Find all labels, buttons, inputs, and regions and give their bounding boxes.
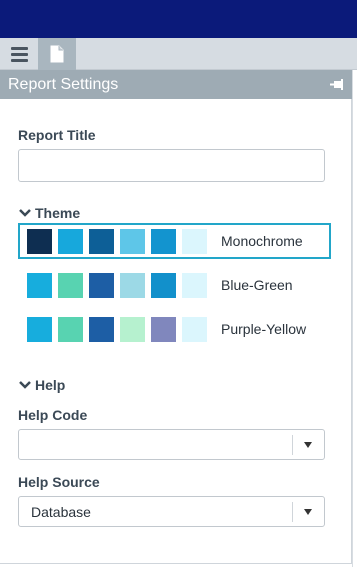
document-icon: [50, 45, 64, 63]
color-swatch: [27, 228, 52, 254]
theme-option-label: Blue-Green: [221, 277, 293, 293]
color-swatch: [151, 272, 176, 298]
color-swatch: [151, 228, 176, 254]
caret-down-icon[interactable]: [304, 509, 312, 515]
app-top-bar: [0, 0, 357, 38]
panel-header: Report Settings: [0, 70, 352, 99]
color-swatch: [120, 316, 145, 342]
theme-section-toggle[interactable]: Theme: [18, 205, 80, 221]
theme-option-monochrome[interactable]: Monochrome: [18, 223, 331, 259]
theme-option-label: Purple-Yellow: [221, 321, 307, 337]
color-swatch: [58, 316, 83, 342]
pin-icon[interactable]: [330, 78, 344, 91]
color-swatch: [182, 272, 207, 298]
color-swatch: [89, 228, 114, 254]
theme-section-label: Theme: [35, 205, 81, 221]
panel-resize-edge: [352, 70, 357, 567]
sidebar-tab-strip: [0, 38, 357, 70]
report-tab[interactable]: [38, 38, 76, 70]
help-code-label: Help Code: [18, 407, 88, 423]
theme-option-blue-green[interactable]: Blue-Green: [18, 267, 331, 303]
theme-option-purple-yellow[interactable]: Purple-Yellow: [18, 311, 331, 347]
menu-tab[interactable]: [0, 38, 38, 70]
caret-down-icon[interactable]: [304, 442, 312, 448]
color-swatch: [89, 272, 114, 298]
color-swatch: [27, 272, 52, 298]
color-swatch: [58, 228, 83, 254]
help-section-toggle[interactable]: Help: [18, 377, 65, 393]
help-code-select[interactable]: [18, 429, 325, 460]
select-divider: [292, 502, 293, 522]
report-settings-panel: Report Title Theme Monochrome Blue-Green…: [0, 99, 352, 564]
chevron-down-icon: [19, 381, 31, 389]
help-source-label: Help Source: [18, 474, 100, 490]
help-source-select[interactable]: Database: [18, 496, 325, 527]
color-swatch: [120, 228, 145, 254]
color-swatch: [151, 316, 176, 342]
hamburger-menu-icon: [10, 44, 28, 65]
chevron-down-icon: [19, 209, 31, 217]
select-divider: [292, 435, 293, 455]
color-swatch: [182, 316, 207, 342]
theme-option-label: Monochrome: [221, 233, 303, 249]
report-title-input[interactable]: [18, 149, 325, 182]
color-swatch: [120, 272, 145, 298]
report-title-label: Report Title: [18, 127, 96, 143]
color-swatch: [58, 272, 83, 298]
color-swatch: [89, 316, 114, 342]
panel-title: Report Settings: [8, 75, 119, 93]
help-section-label: Help: [35, 377, 66, 393]
help-source-value: Database: [31, 504, 91, 520]
color-swatch: [27, 316, 52, 342]
color-swatch: [182, 228, 207, 254]
